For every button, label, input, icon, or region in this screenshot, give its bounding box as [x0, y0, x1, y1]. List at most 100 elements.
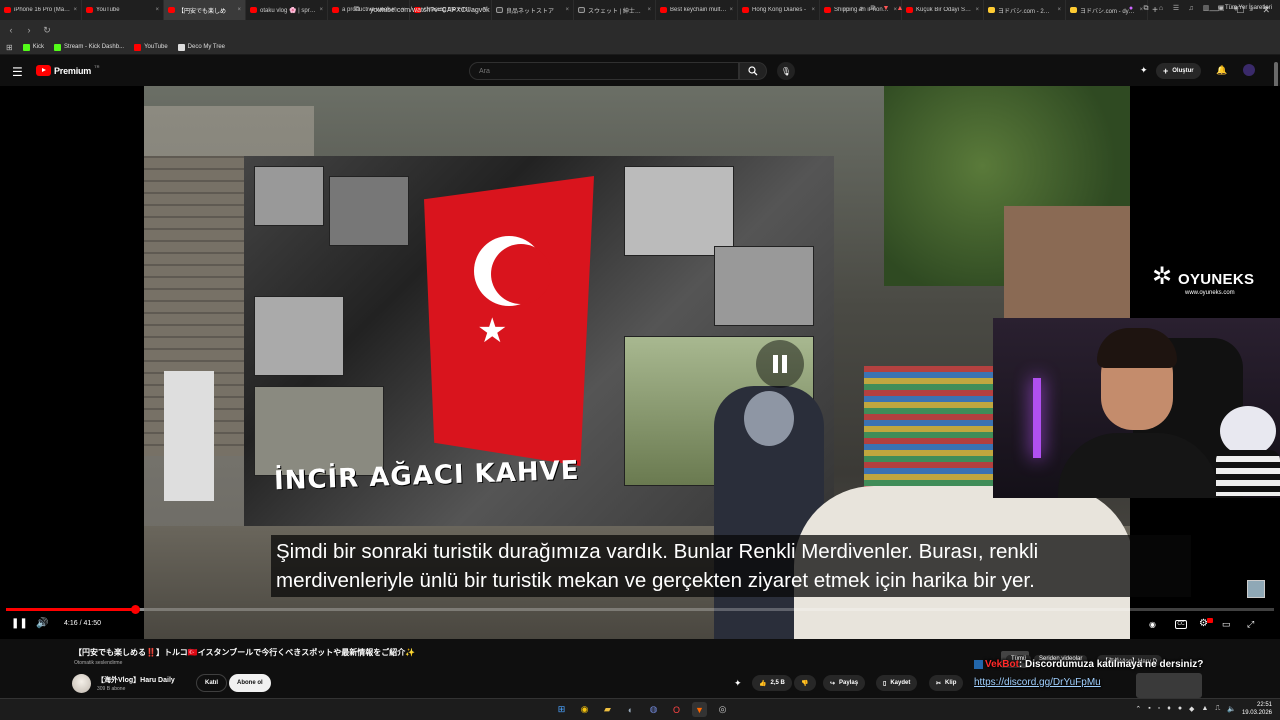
dislike-button[interactable]: 👎 [794, 675, 816, 691]
info-card-icon[interactable] [1247, 580, 1265, 598]
thumbs-down-icon: 👎 [801, 680, 809, 687]
chat-text: : Discordumuza katılmaya ne dersiniz? [1018, 659, 1204, 670]
mascot-body [1216, 450, 1280, 496]
url-text: youtube.com/watch?v=CAPXCUagv6k [370, 6, 490, 14]
bookmark-item[interactable]: Stream - Kick Dashb... [54, 43, 124, 51]
fullscreen-icon[interactable]: ⤢ [1247, 619, 1254, 630]
tray-chevron-icon[interactable]: ⌃ [1135, 705, 1141, 713]
tab-label: ヨドバシ.com - 2ページ目 [998, 8, 1054, 15]
join-button[interactable]: Katıl [196, 674, 228, 692]
extension-icon[interactable]: ● [1127, 5, 1135, 13]
bookmark-page-icon[interactable]: ⧉ [354, 4, 360, 14]
save-button[interactable]: ▯ Kaydet [876, 675, 918, 691]
notifications-bell-icon[interactable]: 🔔 [1216, 65, 1227, 76]
close-tab-icon[interactable]: × [237, 7, 241, 13]
chat-username: VekBot [985, 659, 1019, 670]
pause-icon[interactable]: ❚❚ [11, 618, 28, 629]
apps-icon[interactable]: ⊞ [6, 43, 13, 52]
tray-app-icon[interactable]: ♦ [1167, 705, 1171, 713]
bookmark-item[interactable]: Kick [22, 43, 44, 51]
bookmark-item[interactable]: YouTube [134, 43, 168, 51]
theater-mode-icon[interactable]: ▭ [1222, 619, 1231, 630]
tray-app-icon[interactable]: ▲ [1201, 705, 1208, 713]
back-icon[interactable]: ‹ [6, 25, 16, 35]
browser-tab[interactable]: Küçük Bir Odayı Salon × [902, 0, 984, 20]
opera-icon[interactable]: O [669, 702, 684, 717]
browser-tab[interactable]: 【円安でも楽しめ × [164, 0, 246, 20]
tray-app-icon[interactable]: ▪ [1148, 705, 1150, 713]
clip-button[interactable]: ✂ Klip [929, 675, 964, 691]
played-bar [6, 608, 136, 611]
speaker-icon[interactable]: 🔈 [1227, 705, 1236, 713]
extension-icon[interactable]: ☰ [1172, 5, 1180, 13]
autoplay-toggle-icon[interactable]: ◉ [1149, 620, 1156, 629]
close-tab-icon[interactable]: × [155, 7, 159, 13]
brave-icon[interactable]: ▼ [692, 702, 707, 717]
tray-app-icon[interactable]: ◆ [1189, 705, 1194, 713]
search-button[interactable] [739, 62, 767, 80]
browser-tab[interactable]: iPhone 16 Pro (Max) - × [0, 0, 82, 20]
chrome-icon[interactable]: ◉ [577, 702, 592, 717]
share-page-icon[interactable]: ⇗ [858, 5, 864, 13]
captions-icon[interactable]: CC [1175, 620, 1187, 629]
share-button[interactable]: ↪ Paylaş [823, 675, 866, 691]
logo-text: Premium [54, 65, 92, 76]
obs-icon[interactable]: ◎ [715, 702, 730, 717]
scrubber-knob[interactable] [131, 605, 141, 614]
browser-tab[interactable]: otaku vlog 🌸 | spring × [246, 0, 328, 20]
browser-tab[interactable]: ヨドバシ.com - 2ページ目× [984, 0, 1066, 20]
channel-avatar[interactable] [72, 674, 91, 693]
sidebar-icon[interactable]: ▥ [1202, 5, 1210, 13]
music-icon[interactable]: ♫ [1187, 5, 1195, 13]
brave-shield-icon[interactable]: ▼ [883, 5, 890, 13]
hamburger-menu-icon[interactable]: ☰ [12, 65, 23, 79]
start-menu-icon[interactable]: ⊞ [554, 702, 569, 717]
puzzle-icon[interactable]: ⧉ [1142, 5, 1150, 13]
subscribe-button[interactable]: Abone ol [229, 674, 271, 692]
scene-electric-box [164, 371, 214, 501]
suggestion-thumbnail[interactable] [1136, 673, 1202, 698]
close-tab-icon[interactable]: × [73, 7, 77, 13]
video-player[interactable]: ★ İNCİR AĞACI KAHVE ✲ OYUNEKS www.oyunek… [0, 86, 1280, 639]
account-avatar[interactable] [1243, 64, 1255, 76]
file-explorer-icon[interactable]: ▰ [600, 702, 615, 717]
close-tab-icon[interactable]: × [975, 7, 979, 13]
tray-app-icon[interactable]: ● [1178, 705, 1182, 713]
banner-photo [714, 246, 814, 326]
tab-label: iPhone 16 Pro (Max) - [14, 7, 71, 13]
channel-name[interactable]: 【海外Vlog】Haru Daily [97, 675, 175, 685]
network-icon[interactable]: ⎍ [1215, 705, 1220, 713]
install-app-icon[interactable]: ▭ [844, 5, 851, 13]
ask-ai-icon[interactable]: ✦ [734, 678, 742, 689]
pause-overlay-icon[interactable] [756, 340, 804, 388]
sponsor-logo: ✲ OYUNEKS www.oyuneks.com [1152, 262, 1262, 302]
create-button[interactable]: + Oluştur [1156, 63, 1201, 79]
youtube-ai-icon[interactable]: ✦ [1140, 65, 1148, 76]
extension-icon[interactable]: ⌂ [1157, 5, 1165, 13]
volume-icon[interactable]: 🔊 [36, 618, 48, 629]
system-clock[interactable]: 22:51 19.03.2026 [1242, 701, 1272, 717]
discord-icon[interactable]: ◍ [646, 702, 661, 717]
browser-tab[interactable]: YouTube × [82, 0, 164, 20]
bookmark-item[interactable]: Deco My Tree [177, 43, 225, 51]
search-input[interactable] [479, 67, 738, 75]
like-button[interactable]: 👍 2,5 B [752, 675, 792, 691]
chat-message: VekBot: Discordumuza katılmaya ne dersin… [974, 659, 1203, 670]
translate-icon[interactable]: ⧉ [871, 5, 876, 13]
webcam-light [1033, 378, 1041, 458]
reload-icon[interactable]: ↻ [42, 25, 52, 36]
all-bookmarks[interactable]: ▭ Tüm Yer İşaretleri [1218, 4, 1272, 11]
tray-app-icon[interactable]: ▫ [1158, 705, 1160, 713]
progress-bar[interactable] [6, 605, 1274, 614]
like-count: 2,5 B [770, 680, 785, 686]
url-field[interactable]: youtube.com/watch?v=CAPXCUagv6k [370, 3, 910, 17]
chat-link[interactable]: https://discord.gg/DrYuFpMu [974, 677, 1101, 688]
forward-icon[interactable]: › [24, 25, 34, 35]
steam-icon[interactable]: ◐ [623, 702, 638, 717]
youtube-logo[interactable]: Premium TR [36, 64, 99, 76]
voice-search-button[interactable]: 🎙 [777, 62, 795, 80]
brave-rewards-icon[interactable]: ▲ [896, 5, 903, 13]
close-tab-icon[interactable]: × [319, 7, 323, 13]
close-tab-icon[interactable]: × [1057, 7, 1061, 13]
caption-box: Şimdi bir sonraki turistik durağımıza va… [271, 535, 1191, 597]
